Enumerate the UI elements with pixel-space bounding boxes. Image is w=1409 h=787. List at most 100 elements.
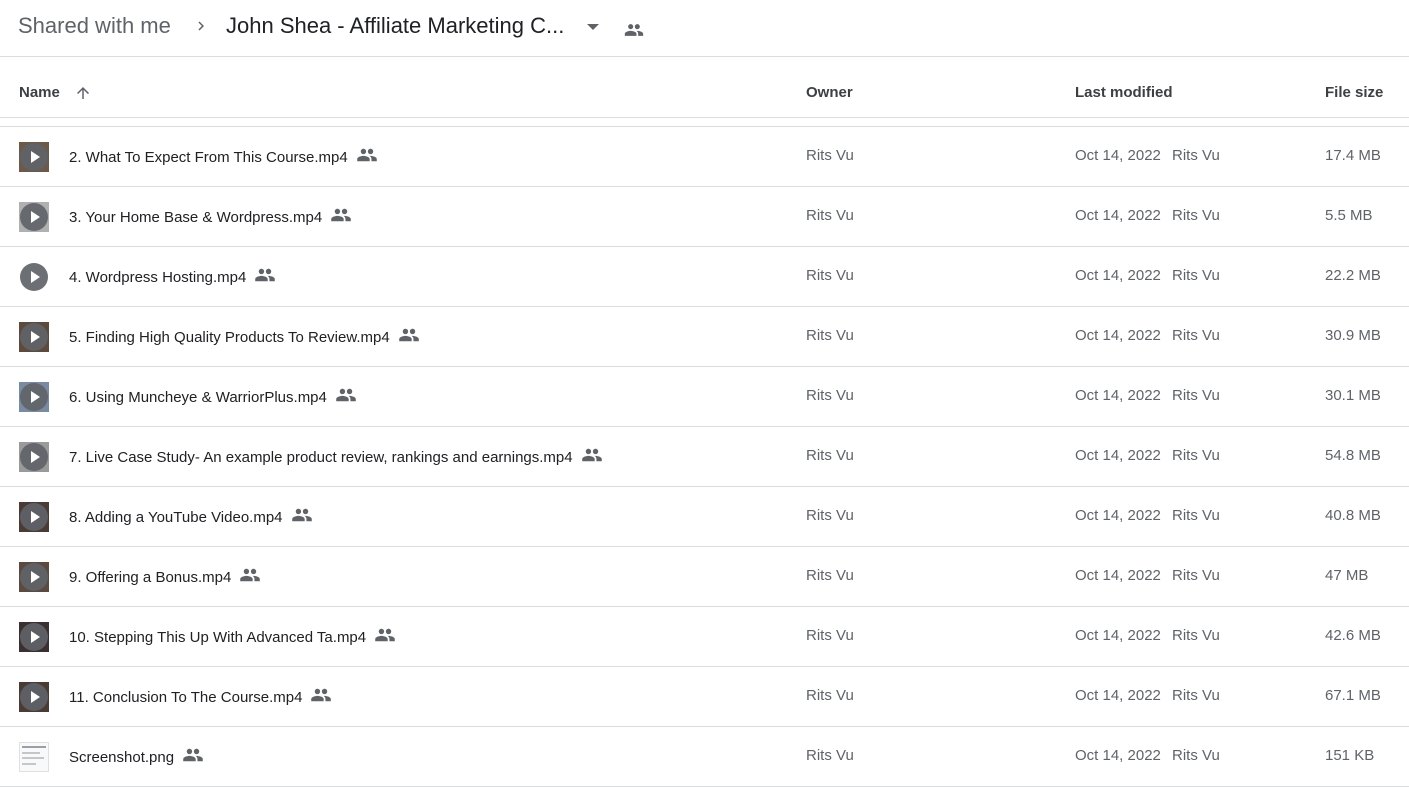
- file-name-cell: 7. Live Case Study- An example product r…: [69, 447, 603, 466]
- play-icon: [20, 503, 48, 531]
- file-size-cell: 42.6 MB: [1325, 627, 1381, 644]
- video-thumbnail: [19, 322, 49, 352]
- modified-by-cell: Rits Vu: [1172, 507, 1220, 524]
- modified-date-cell: Oct 14, 2022: [1075, 327, 1161, 344]
- modified-date-cell: Oct 14, 2022: [1075, 207, 1161, 224]
- video-thumbnail: [19, 502, 49, 532]
- file-row[interactable]: Screenshot.png Rits Vu Oct 14, 2022 Rits Vu…: [0, 727, 1409, 787]
- file-row[interactable]: 4. Wordpress Hosting.mp4 Rits Vu Oct 14, 2…: [0, 247, 1409, 307]
- file-row[interactable]: 2. What To Expect From This Course.mp4 Ri…: [0, 127, 1409, 187]
- modified-by-cell: Rits Vu: [1172, 147, 1220, 164]
- modified-by-cell: Rits Vu: [1172, 327, 1220, 344]
- file-name[interactable]: 8. Adding a YouTube Video.mp4: [69, 509, 283, 526]
- breadcrumb-shared-with-me[interactable]: Shared with me: [18, 13, 171, 39]
- file-row[interactable]: 9. Offering a Bonus.mp4 Rits Vu Oct 14, 20…: [0, 547, 1409, 607]
- breadcrumb-current-folder[interactable]: John Shea - Affiliate Marketing C...: [226, 13, 564, 39]
- owner-cell: Rits Vu: [806, 567, 854, 584]
- file-row[interactable]: 7. Live Case Study- An example product r…: [0, 427, 1409, 487]
- file-size-cell: 40.8 MB: [1325, 507, 1381, 524]
- owner-cell: Rits Vu: [806, 447, 854, 464]
- chevron-right-icon: [198, 21, 204, 31]
- file-name[interactable]: 10. Stepping This Up With Advanced Ta.mp…: [69, 629, 366, 646]
- video-thumbnail: [19, 202, 49, 232]
- arrow-up-icon[interactable]: [74, 84, 92, 102]
- people-icon: [183, 748, 203, 762]
- modified-date-cell: Oct 14, 2022: [1075, 567, 1161, 584]
- owner-cell: Rits Vu: [806, 627, 854, 644]
- file-size-cell: 47 MB: [1325, 567, 1369, 584]
- file-name[interactable]: Screenshot.png: [69, 749, 174, 766]
- play-icon: [20, 143, 48, 171]
- play-icon: [20, 263, 48, 291]
- column-header-file-size[interactable]: File size: [1325, 84, 1383, 101]
- file-row[interactable]: 11. Conclusion To The Course.mp4 Rits Vu O…: [0, 667, 1409, 727]
- people-icon: [375, 628, 395, 642]
- video-thumbnail: [19, 262, 49, 292]
- column-header-owner[interactable]: Owner: [806, 84, 853, 101]
- owner-cell: Rits Vu: [806, 327, 854, 344]
- file-name-cell: 5. Finding High Quality Products To Revi…: [69, 327, 420, 346]
- modified-date-cell: Oct 14, 2022: [1075, 687, 1161, 704]
- file-list: 2. What To Expect From This Course.mp4 Ri…: [0, 127, 1409, 787]
- people-icon: [336, 388, 356, 402]
- people-icon: [255, 268, 276, 282]
- play-icon: [20, 443, 48, 471]
- modified-by-cell: Rits Vu: [1172, 387, 1220, 404]
- image-thumbnail-icon: [19, 742, 49, 772]
- people-icon: [240, 568, 261, 582]
- owner-cell: Rits Vu: [806, 747, 854, 764]
- file-row[interactable]: 10. Stepping This Up With Advanced Ta.mp…: [0, 607, 1409, 667]
- owner-cell: Rits Vu: [806, 147, 854, 164]
- file-name[interactable]: 5. Finding High Quality Products To Revi…: [69, 329, 390, 346]
- modified-by-cell: Rits Vu: [1172, 207, 1220, 224]
- file-name[interactable]: 3. Your Home Base & Wordpress.mp4: [69, 209, 322, 226]
- column-header-name[interactable]: Name: [19, 84, 60, 101]
- owner-cell: Rits Vu: [806, 687, 854, 704]
- owner-cell: Rits Vu: [806, 207, 854, 224]
- column-header-last-modified[interactable]: Last modified: [1075, 84, 1173, 101]
- people-icon: [291, 508, 312, 522]
- modified-date-cell: Oct 14, 2022: [1075, 507, 1161, 524]
- file-name-cell: 2. What To Expect From This Course.mp4: [69, 147, 378, 166]
- video-thumbnail: [19, 142, 49, 172]
- modified-date-cell: Oct 14, 2022: [1075, 267, 1161, 284]
- file-name[interactable]: 2. What To Expect From This Course.mp4: [69, 149, 348, 166]
- file-name[interactable]: 11. Conclusion To The Course.mp4: [69, 689, 302, 706]
- file-name-cell: 10. Stepping This Up With Advanced Ta.mp…: [69, 627, 396, 646]
- people-icon[interactable]: [622, 20, 646, 40]
- video-thumbnail: [19, 622, 49, 652]
- video-thumbnail: [19, 562, 49, 592]
- owner-cell: Rits Vu: [806, 387, 854, 404]
- file-name[interactable]: 6. Using Muncheye & WarriorPlus.mp4: [69, 389, 327, 406]
- file-name[interactable]: 9. Offering a Bonus.mp4: [69, 569, 231, 586]
- file-row[interactable]: 3. Your Home Base & Wordpress.mp4 Rits Vu…: [0, 187, 1409, 247]
- file-row[interactable]: 5. Finding High Quality Products To Revi…: [0, 307, 1409, 367]
- people-icon: [311, 688, 332, 702]
- file-name-cell: 6. Using Muncheye & WarriorPlus.mp4: [69, 387, 357, 406]
- people-icon: [331, 208, 351, 222]
- play-icon: [20, 623, 48, 651]
- modified-by-cell: Rits Vu: [1172, 627, 1220, 644]
- play-icon: [20, 203, 48, 231]
- file-size-cell: 67.1 MB: [1325, 687, 1381, 704]
- file-size-cell: 22.2 MB: [1325, 267, 1381, 284]
- file-size-cell: 30.1 MB: [1325, 387, 1381, 404]
- video-thumbnail: [19, 682, 49, 712]
- file-name-cell: 8. Adding a YouTube Video.mp4: [69, 507, 313, 526]
- people-icon: [398, 328, 419, 342]
- file-name[interactable]: 4. Wordpress Hosting.mp4: [69, 269, 246, 286]
- modified-date-cell: Oct 14, 2022: [1075, 387, 1161, 404]
- file-row[interactable]: 8. Adding a YouTube Video.mp4 Rits Vu Oct …: [0, 487, 1409, 547]
- file-row[interactable]: 6. Using Muncheye & WarriorPlus.mp4 Rits …: [0, 367, 1409, 427]
- modified-date-cell: Oct 14, 2022: [1075, 627, 1161, 644]
- modified-date-cell: Oct 14, 2022: [1075, 747, 1161, 764]
- caret-down-icon[interactable]: [586, 22, 600, 32]
- modified-by-cell: Rits Vu: [1172, 267, 1220, 284]
- file-name[interactable]: 7. Live Case Study- An example product r…: [69, 449, 573, 466]
- play-icon: [20, 383, 48, 411]
- file-name-cell: 9. Offering a Bonus.mp4: [69, 567, 261, 586]
- file-name-cell: 11. Conclusion To The Course.mp4: [69, 687, 332, 706]
- file-size-cell: 30.9 MB: [1325, 327, 1381, 344]
- owner-cell: Rits Vu: [806, 267, 854, 284]
- file-size-cell: 5.5 MB: [1325, 207, 1373, 224]
